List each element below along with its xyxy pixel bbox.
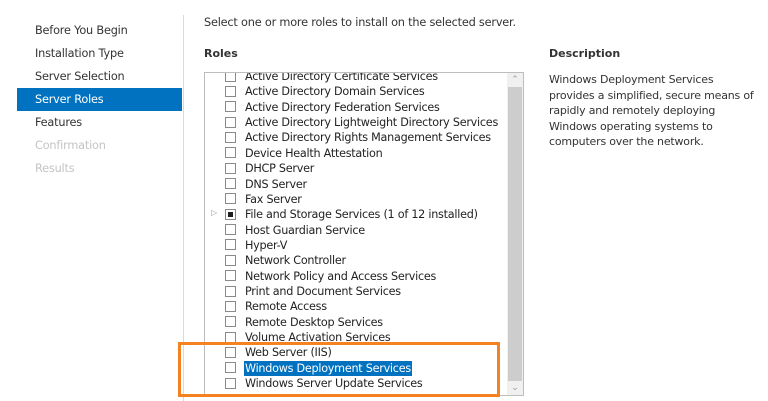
role-list-item[interactable]: DHCP Server [205,161,508,176]
role-list-item[interactable]: ▷ File and Storage Services (1 of 12 inst… [205,207,508,222]
role-label[interactable]: Active Directory Domain Services [244,84,425,99]
role-checkbox[interactable] [225,362,236,374]
role-checkbox[interactable] [225,377,236,389]
role-label[interactable]: Windows Server Update Services [244,376,424,391]
role-checkbox[interactable] [225,224,236,236]
role-checkbox[interactable] [225,116,236,128]
scroll-up-chevron-icon[interactable]: ⌃ [507,73,523,87]
sidebar-divider [183,15,184,401]
role-list-item[interactable]: Windows Server Update Services [205,376,508,391]
role-checkbox[interactable] [225,162,236,174]
role-list-item[interactable]: Active Directory Certificate Services [205,73,508,84]
role-checkbox[interactable] [225,208,236,220]
role-checkbox[interactable] [225,239,236,251]
expand-triangle-icon[interactable]: ▷ [211,208,217,217]
role-checkbox[interactable] [225,254,236,266]
role-list-item[interactable]: Fax Server [205,192,508,207]
description-text: Windows Deployment Services provides a s… [549,73,754,148]
sidebar-item-installation-type[interactable]: Installation Type [17,42,182,65]
role-list-item[interactable]: Remote Desktop Services [205,315,508,330]
role-checkbox[interactable] [225,178,236,190]
role-label[interactable]: Active Directory Certificate Services [244,73,439,84]
instruction-text: Select one or more roles to install on t… [204,16,516,29]
sidebar-item-confirmation: Confirmation [35,139,106,152]
roles-heading: Roles [204,47,238,60]
role-checkbox[interactable] [225,285,236,297]
role-label[interactable]: Fax Server [244,192,303,207]
wizard-nav: Before You Begin Installation Type Server … [17,19,182,180]
role-list-item[interactable]: Active Directory Rights Management Servi… [205,130,508,145]
role-label[interactable]: Volume Activation Services [244,330,391,345]
scroll-down-chevron-icon[interactable]: ⌄ [507,381,523,395]
role-list-item[interactable]: Windows Deployment Services [205,360,508,376]
description-heading: Description [549,47,621,60]
role-checkbox[interactable] [225,147,236,159]
role-label[interactable]: File and Storage Services (1 of 12 insta… [244,207,479,222]
vertical-scrollbar[interactable]: ⌃ ⌄ [507,73,523,395]
role-list-item[interactable]: Print and Document Services [205,284,508,299]
role-label[interactable]: Device Health Attestation [244,146,383,161]
scrollbar-thumb[interactable] [508,87,522,381]
role-list-item[interactable]: Active Directory Domain Services [205,84,508,99]
sidebar-item-results: Results [35,162,75,175]
roles-listbox[interactable]: Active Directory Certificate Services Act… [204,72,524,396]
role-label[interactable]: Remote Desktop Services [244,315,384,330]
role-label[interactable]: DNS Server [244,177,308,192]
role-list-item[interactable]: Network Controller [205,253,508,268]
role-label[interactable]: Print and Document Services [244,284,402,299]
role-label[interactable]: DHCP Server [244,161,315,176]
role-checkbox[interactable] [225,101,236,113]
roles-list: Active Directory Certificate Services Act… [205,73,508,392]
role-list-item[interactable]: Network Policy and Access Services [205,269,508,284]
sidebar-item-features[interactable]: Features [17,111,182,134]
role-label[interactable]: Active Directory Lightweight Directory S… [244,115,499,130]
role-checkbox[interactable] [225,331,236,343]
role-checkbox[interactable] [225,270,236,282]
role-list-item[interactable]: Hyper-V [205,238,508,253]
role-list-item[interactable]: Active Directory Federation Services [205,100,508,115]
sidebar-item-server-roles[interactable]: Server Roles [17,88,182,111]
role-label[interactable]: Windows Deployment Services [244,360,412,376]
role-label[interactable]: Host Guardian Service [244,223,366,238]
role-list-item[interactable]: DNS Server [205,177,508,192]
role-label[interactable]: Hyper-V [244,238,288,253]
sidebar-item-server-selection[interactable]: Server Selection [17,65,182,88]
role-checkbox[interactable] [225,193,236,205]
role-checkbox[interactable] [225,85,236,97]
role-label[interactable]: Network Controller [244,253,347,268]
role-checkbox[interactable] [225,346,236,358]
role-list-item[interactable]: Device Health Attestation [205,146,508,161]
role-label[interactable]: Network Policy and Access Services [244,269,437,284]
role-label[interactable]: Active Directory Rights Management Servi… [244,130,492,145]
role-label[interactable]: Active Directory Federation Services [244,100,441,115]
role-list-item[interactable]: Active Directory Lightweight Directory S… [205,115,508,130]
role-checkbox[interactable] [225,316,236,328]
role-label[interactable]: Remote Access [244,299,328,314]
role-checkbox[interactable] [225,131,236,143]
role-list-item[interactable]: Web Server (IIS) [205,345,508,360]
sidebar-item-before-you-begin[interactable]: Before You Begin [17,19,182,42]
role-list-item[interactable]: Remote Access [205,299,508,314]
role-list-item[interactable]: Volume Activation Services [205,330,508,345]
role-label[interactable]: Web Server (IIS) [244,345,333,360]
role-checkbox[interactable] [225,73,236,82]
role-list-item[interactable]: Host Guardian Service [205,223,508,238]
role-checkbox[interactable] [225,300,236,312]
